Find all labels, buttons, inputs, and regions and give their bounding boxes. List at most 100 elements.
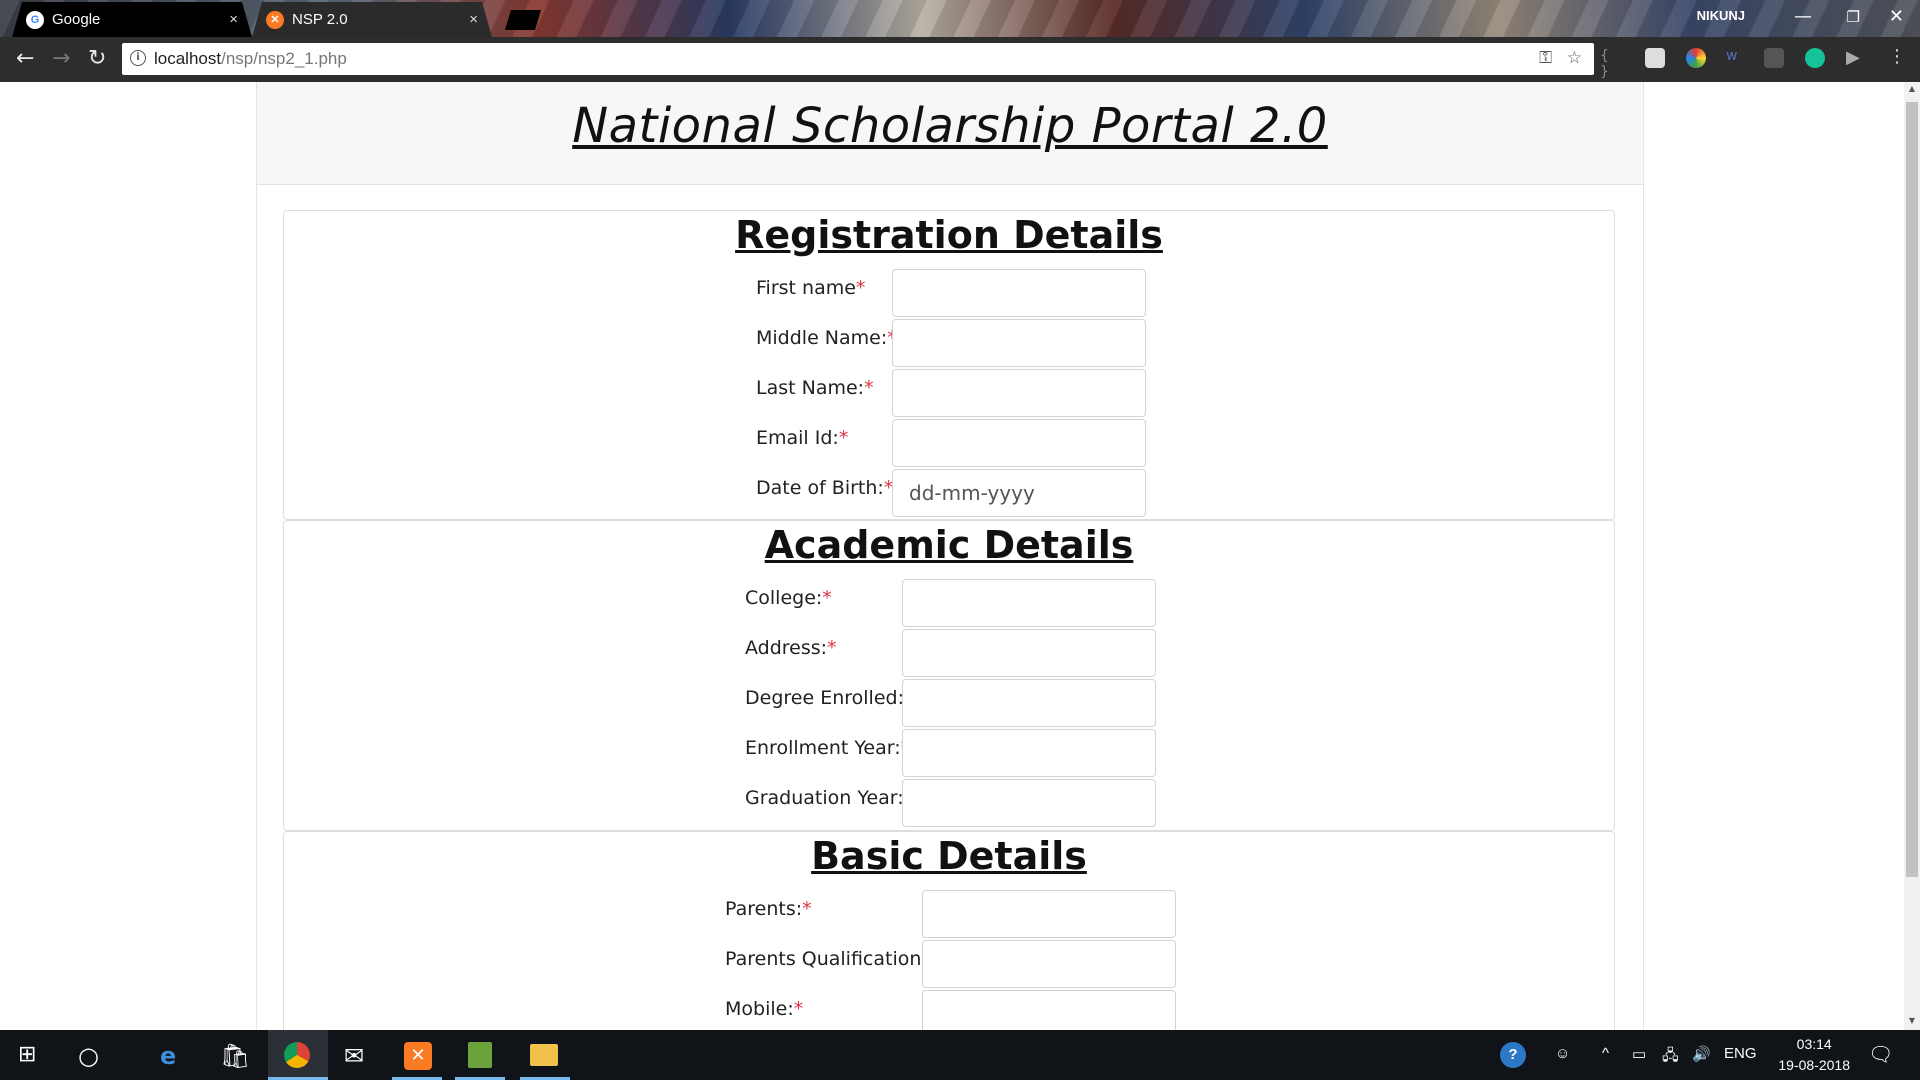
date-of-birth-label: Date of Birth:* <box>756 477 894 499</box>
page-viewport: National Scholarship Portal 2.0 Registra… <box>0 82 1904 1030</box>
help-icon[interactable]: ? <box>1500 1042 1526 1068</box>
parents-qualification-row: Parents Qualification:* <box>725 940 1185 988</box>
browser-title-bar: G Google × ✕ NSP 2.0 × NIKUNJ — ❐ ✕ <box>0 0 1920 37</box>
xampp-icon[interactable]: ✕ <box>404 1042 432 1070</box>
url-text[interactable]: localhost/nsp/nsp2_1.php <box>154 49 347 69</box>
scroll-down-icon[interactable]: ▼ <box>1906 1016 1918 1025</box>
enrollment-year-row: Enrollment Year:* <box>745 729 1165 777</box>
bookmark-star-icon[interactable]: ☆ <box>1567 48 1582 68</box>
site-info-icon[interactable]: i <box>130 50 146 66</box>
graduation-year-input[interactable] <box>902 779 1156 827</box>
xampp-favicon-icon: ✕ <box>266 10 284 29</box>
tab-nsp[interactable]: ✕ NSP 2.0 × <box>252 2 492 37</box>
degree-input[interactable] <box>902 679 1156 727</box>
extension-color-icon[interactable] <box>1686 48 1706 68</box>
extension-play-icon[interactable]: ▶ <box>1846 47 1866 68</box>
basic-section: Basic Details Parents:* Parents Qualific… <box>283 831 1615 1030</box>
registration-section: Registration Details First name* Middle … <box>283 210 1615 520</box>
address-row: Address:* <box>745 629 1165 677</box>
key-icon[interactable]: ⚿ <box>1539 48 1552 68</box>
parents-qualification-label: Parents Qualification:* <box>725 948 937 970</box>
tab-google[interactable]: G Google × <box>12 2 252 37</box>
edge-icon[interactable]: e <box>160 1042 176 1070</box>
mail-icon[interactable]: ✉ <box>344 1042 364 1070</box>
scrollbar-thumb[interactable] <box>1906 102 1918 877</box>
restore-icon[interactable]: ❐ <box>1847 8 1860 26</box>
chevron-up-icon[interactable]: ^ <box>1602 1045 1609 1062</box>
college-row: College:* <box>745 579 1165 627</box>
extension-w-icon[interactable]: w <box>1726 48 1746 68</box>
date-of-birth-row: Date of Birth:* <box>756 469 1156 517</box>
enrollment-year-input[interactable] <box>902 729 1156 777</box>
email-input[interactable] <box>892 419 1146 467</box>
people-icon[interactable]: ☺ <box>1555 1045 1570 1062</box>
enrollment-year-label: Enrollment Year:* <box>745 737 910 759</box>
college-input[interactable] <box>902 579 1156 627</box>
profile-name[interactable]: NIKUNJ <box>1697 8 1745 23</box>
parents-input[interactable] <box>922 890 1176 938</box>
first-name-input[interactable] <box>892 269 1146 317</box>
extension-pdf-icon[interactable] <box>1764 48 1784 68</box>
first-name-label: First name* <box>756 277 866 299</box>
degree-row: Degree Enrolled:* <box>745 679 1165 727</box>
volume-icon[interactable]: 🔊 <box>1692 1045 1711 1063</box>
main-container: National Scholarship Portal 2.0 Registra… <box>256 82 1644 1030</box>
battery-icon[interactable]: ▭ <box>1632 1045 1646 1063</box>
address-input[interactable] <box>902 629 1156 677</box>
mobile-input[interactable] <box>922 990 1176 1030</box>
clock-time: 03:14 <box>1796 1036 1832 1052</box>
last-name-input[interactable] <box>892 369 1146 417</box>
middle-name-label: Middle Name:* <box>756 327 897 349</box>
graduation-year-label: Graduation Year:* <box>745 787 913 809</box>
college-label: College:* <box>745 587 832 609</box>
date-of-birth-input[interactable] <box>892 469 1146 517</box>
address-label: Address:* <box>745 637 837 659</box>
email-row: Email Id:* <box>756 419 1156 467</box>
clock-date: 19-08-2018 <box>1778 1057 1850 1073</box>
degree-label: Degree Enrolled:* <box>745 687 913 709</box>
system-clock[interactable]: 03:14 19-08-2018 <box>1778 1034 1850 1076</box>
page-title: National Scholarship Portal 2.0 <box>572 98 1328 154</box>
parents-label: Parents:* <box>725 898 812 920</box>
chrome-menu-icon[interactable]: ⋮ <box>1888 46 1908 67</box>
cortana-search-icon[interactable]: ○ <box>78 1042 99 1070</box>
chrome-taskbar-button[interactable] <box>268 1030 328 1080</box>
notepad-plus-icon[interactable] <box>468 1042 492 1068</box>
tab-title: NSP 2.0 <box>292 11 348 28</box>
middle-name-row: Middle Name:* <box>756 319 1156 367</box>
windows-taskbar: ⊞ ○ e 🛍 ✉ ✕ ? ☺ ^ ▭ 🖧 🔊 ENG 03:14 19-08-… <box>0 1030 1920 1080</box>
extension-brackets-icon[interactable]: { } <box>1600 48 1620 80</box>
back-icon[interactable]: ← <box>16 46 34 71</box>
chrome-icon <box>284 1042 310 1068</box>
parents-qualification-input[interactable] <box>922 940 1176 988</box>
tab-close-icon[interactable]: × <box>469 11 478 28</box>
header-jumbotron: National Scholarship Portal 2.0 <box>257 82 1643 185</box>
extension-cube-icon[interactable] <box>1645 48 1665 68</box>
store-icon[interactable]: 🛍 <box>220 1042 250 1070</box>
close-window-icon[interactable]: ✕ <box>1889 6 1904 27</box>
google-favicon-icon: G <box>26 10 44 29</box>
first-name-row: First name* <box>756 269 1156 317</box>
minimize-icon[interactable]: — <box>1794 6 1812 27</box>
tab-title: Google <box>52 11 101 28</box>
mobile-label: Mobile:* <box>725 998 804 1020</box>
reload-icon[interactable]: ↻ <box>88 46 106 71</box>
academic-section: Academic Details College:* Address:* Deg… <box>283 520 1615 831</box>
action-center-icon[interactable]: 🗨 <box>1868 1042 1893 1067</box>
last-name-row: Last Name:* <box>756 369 1156 417</box>
tab-close-icon[interactable]: × <box>229 11 238 28</box>
section-heading: Academic Details <box>764 523 1134 567</box>
windows-start-icon[interactable]: ⊞ <box>18 1042 36 1067</box>
file-explorer-icon[interactable] <box>530 1044 558 1066</box>
middle-name-input[interactable] <box>892 319 1146 367</box>
forward-icon[interactable]: → <box>52 46 70 71</box>
scroll-up-icon[interactable]: ▲ <box>1906 84 1918 93</box>
last-name-label: Last Name:* <box>756 377 874 399</box>
address-bar[interactable]: i localhost/nsp/nsp2_1.php ⚿ ☆ <box>122 43 1594 75</box>
input-language[interactable]: ENG <box>1724 1045 1757 1062</box>
network-icon[interactable]: 🖧 <box>1662 1045 1679 1070</box>
grammarly-icon[interactable] <box>1805 48 1825 68</box>
mobile-row: Mobile:* <box>725 990 1185 1030</box>
new-tab-button[interactable] <box>505 10 541 30</box>
section-heading: Registration Details <box>735 213 1163 257</box>
